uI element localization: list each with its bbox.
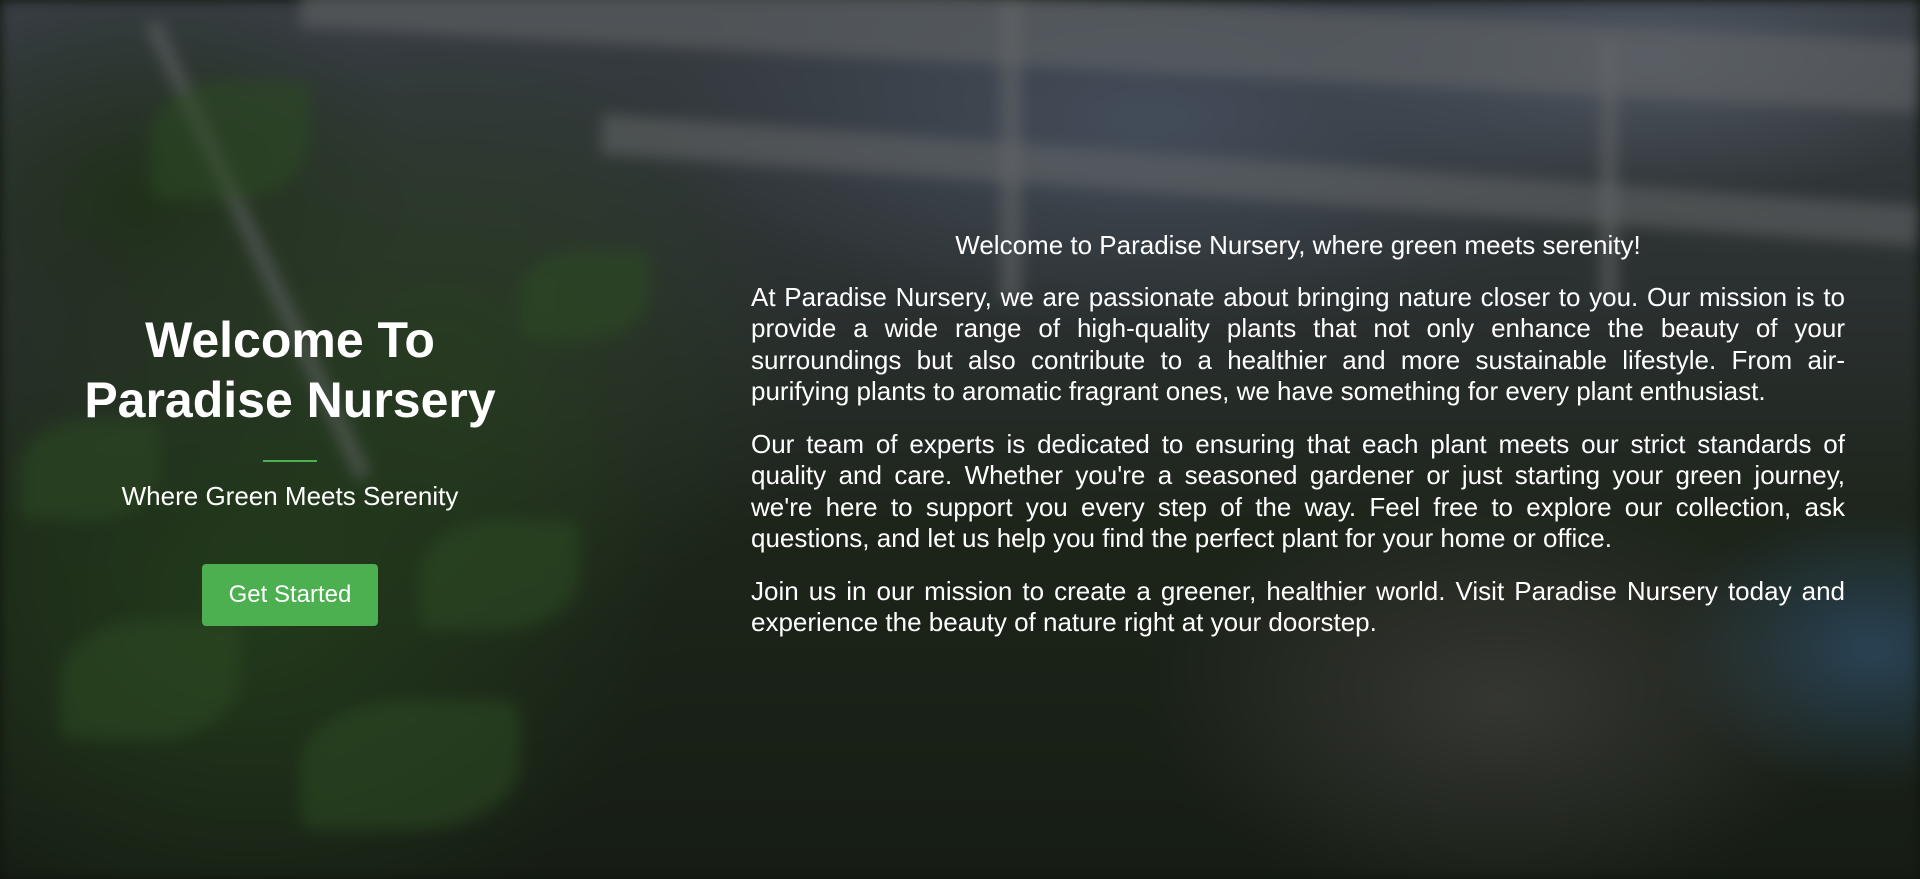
page-title-line2: Paradise Nursery: [84, 372, 496, 428]
page-title-line1: Welcome To: [145, 312, 435, 368]
hero-left-column: Welcome To Paradise Nursery Where Green …: [30, 310, 550, 626]
about-paragraph: Our team of experts is dedicated to ensu…: [751, 428, 1845, 554]
get-started-button[interactable]: Get Started: [201, 564, 379, 626]
hero-section: Welcome To Paradise Nursery Where Green …: [0, 0, 1920, 879]
about-intro: Welcome to Paradise Nursery, where green…: [955, 230, 1641, 260]
hero-content: Welcome To Paradise Nursery Where Green …: [0, 0, 1920, 879]
about-paragraph: Join us in our mission to create a green…: [751, 575, 1845, 638]
page-title: Welcome To Paradise Nursery: [30, 310, 550, 430]
title-divider: [263, 460, 317, 462]
about-section: Welcome to Paradise Nursery, where green…: [751, 230, 1845, 660]
about-paragraph: At Paradise Nursery, we are passionate a…: [751, 281, 1845, 407]
tagline: Where Green Meets Serenity: [121, 481, 459, 511]
